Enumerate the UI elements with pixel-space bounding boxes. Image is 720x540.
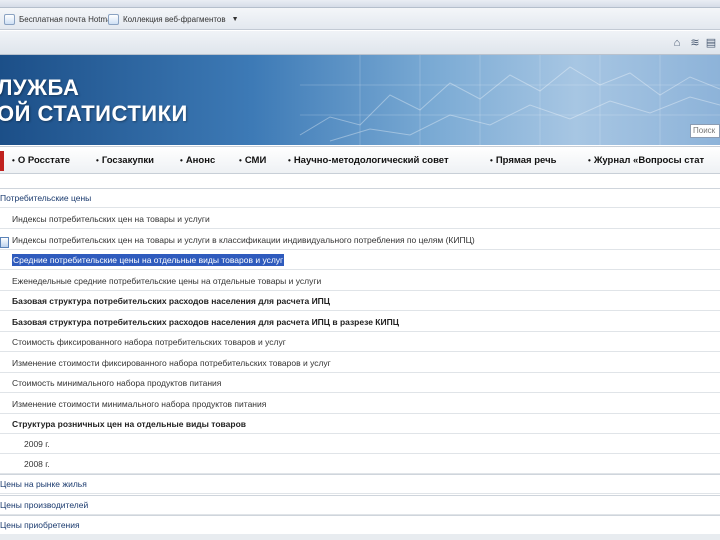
section-housing-prices[interactable]: Цены на рынке жилья	[0, 474, 720, 494]
nav-accent-bar	[0, 151, 4, 171]
section-producer-prices[interactable]: Цены производителей	[0, 495, 720, 515]
site-banner: ЛУЖБА ОЙ СТАТИСТИКИ	[0, 55, 720, 145]
page-icon	[4, 14, 15, 25]
list-item-label: Еженедельные средние потребительские цен…	[12, 275, 322, 286]
banner-chart-graphic	[299, 55, 720, 145]
section-label: Потребительские цены	[0, 193, 92, 203]
nav-item-label: СМИ	[244, 155, 267, 166]
chevron-down-icon[interactable]: ▼	[232, 16, 239, 23]
search-input[interactable]: Поиск	[690, 124, 720, 138]
nav-item-label: Прямая речь	[495, 155, 557, 166]
list-item[interactable]: Стоимость фиксированного набора потребит…	[0, 332, 720, 352]
bullet-icon: •	[12, 156, 15, 165]
section-purchase-prices[interactable]: Цены приобретения	[0, 515, 720, 535]
nav-item-journal[interactable]: • Журнал «Вопросы стат	[588, 155, 704, 166]
nav-item-label: Госзакупки	[101, 155, 154, 166]
bullet-icon: •	[239, 156, 242, 165]
list-item-label: Средние потребительские цены на отдельны…	[12, 253, 285, 266]
bullet-icon: •	[288, 156, 291, 165]
bullet-icon: •	[588, 156, 591, 165]
list-item[interactable]: Базовая структура потребительских расход…	[0, 312, 720, 332]
document-icon	[0, 237, 9, 248]
list-item-label: Стоимость минимального набора продуктов …	[12, 377, 222, 388]
list-item[interactable]: Индексы потребительских цен на товары и …	[0, 230, 720, 250]
nav-item-direct-speech[interactable]: • Прямая речь	[490, 155, 556, 166]
favorite-web-slice-label: Коллекция веб-фрагментов	[123, 15, 226, 24]
favorite-web-slice-gallery[interactable]: Коллекция веб-фрагментов ▼	[108, 13, 239, 26]
nav-item-label: О Росстате	[17, 155, 71, 166]
bottom-strip	[0, 534, 720, 540]
list-item-label: Базовая структура потребительских расход…	[12, 316, 399, 327]
nav-item-label: Научно-методологический совет	[293, 155, 449, 166]
nav-item-media[interactable]: • СМИ	[239, 155, 266, 166]
list-item-label: Изменение стоимости минимального набора …	[12, 398, 267, 409]
home-icon[interactable]: ⌂	[670, 36, 684, 50]
section-label: Цены на рынке жилья	[0, 479, 87, 489]
nav-item-procurement[interactable]: • Госзакупки	[96, 155, 154, 166]
feed-icon[interactable]: ≋	[688, 36, 702, 50]
list-item[interactable]: Стоимость минимального набора продуктов …	[0, 373, 720, 393]
nav-item-announcement[interactable]: • Анонс	[180, 155, 215, 166]
print-icon[interactable]: ▤	[704, 36, 718, 50]
list-item-label: Индексы потребительских цен на товары и …	[12, 234, 475, 245]
sub-item-2008[interactable]: 2008 г.	[0, 454, 720, 474]
list-item[interactable]: Изменение стоимости фиксированного набор…	[0, 353, 720, 373]
bullet-icon: •	[490, 156, 493, 165]
favorite-hotmail[interactable]: Бесплатная почта Hotmail	[4, 13, 115, 26]
list-item-label: Изменение стоимости фиксированного набор…	[12, 357, 331, 368]
main-nav: • О Росстате • Госзакупки • Анонс • СМИ • Нау…	[0, 146, 720, 174]
bullet-icon: •	[96, 156, 99, 165]
section-consumer-prices[interactable]: Потребительские цены	[0, 188, 720, 208]
bullet-icon: •	[180, 156, 183, 165]
content-list: Потребительские цены Индексы потребитель…	[0, 188, 720, 540]
section-label: Цены производителей	[0, 500, 89, 510]
list-item[interactable]: Еженедельные средние потребительские цен…	[0, 271, 720, 291]
nav-item-label: Журнал «Вопросы стат	[593, 155, 705, 166]
browser-tab-strip	[0, 0, 720, 8]
list-item[interactable]: Базовая структура потребительских расход…	[0, 291, 720, 311]
list-item-label: Индексы потребительских цен на товары и …	[12, 213, 210, 224]
nav-item-about[interactable]: • О Росстате	[12, 155, 70, 166]
nav-item-label: Анонс	[185, 155, 216, 166]
nav-item-council[interactable]: • Научно-методологический совет	[288, 155, 449, 166]
page-icon	[108, 14, 119, 25]
favorite-hotmail-label: Бесплатная почта Hotmail	[19, 15, 116, 24]
list-item[interactable]: Структура розничных цен на отдельные вид…	[0, 414, 720, 434]
list-item-label: Базовая структура потребительских расход…	[12, 295, 330, 306]
sub-item-2009[interactable]: 2009 г.	[0, 434, 720, 454]
list-item-selected[interactable]: Средние потребительские цены на отдельны…	[0, 250, 720, 270]
list-item-label: Стоимость фиксированного набора потребит…	[12, 336, 286, 347]
command-bar: ⌂ ≋ ▤	[0, 31, 720, 55]
banner-title-line2: ОЙ СТАТИСТИКИ	[0, 101, 188, 126]
list-item[interactable]: Индексы потребительских цен на товары и …	[0, 209, 720, 229]
section-label: Цены приобретения	[0, 520, 80, 530]
sub-item-label: 2009 г.	[24, 438, 50, 449]
sub-item-label: 2008 г.	[24, 458, 50, 469]
list-item[interactable]: Изменение стоимости минимального набора …	[0, 394, 720, 414]
banner-title-line1: ЛУЖБА	[0, 75, 80, 100]
list-item-label: Структура розничных цен на отдельные вид…	[12, 418, 246, 429]
favorites-bar: Бесплатная почта Hotmail Коллекция веб-ф…	[0, 8, 720, 30]
